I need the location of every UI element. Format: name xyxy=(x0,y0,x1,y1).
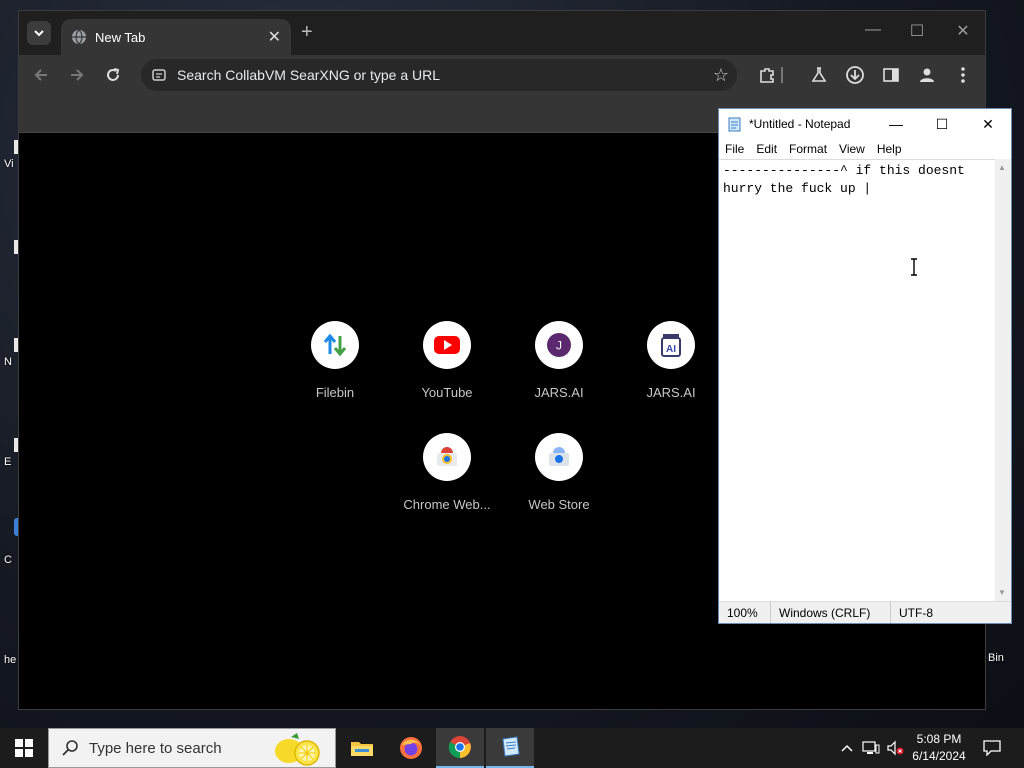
minimize-icon[interactable]: — xyxy=(861,21,885,39)
bookmark-star-icon[interactable]: ☆ xyxy=(705,65,737,86)
taskbar-clock[interactable]: 5:08 PM 6/14/2024 xyxy=(906,731,972,765)
tab-search-button[interactable] xyxy=(27,21,51,45)
taskbar-search[interactable] xyxy=(48,728,336,768)
desktop-icon-label: he xyxy=(4,654,17,666)
tab-strip: New Tab ✕ + — ☐ ✕ xyxy=(19,11,985,55)
download-icon[interactable] xyxy=(843,63,867,87)
profile-icon[interactable] xyxy=(915,63,939,87)
reload-button[interactable] xyxy=(101,63,125,87)
ibeam-cursor-icon xyxy=(911,258,917,276)
notepad-minimize-icon[interactable]: — xyxy=(873,109,919,139)
svg-text:J: J xyxy=(556,339,562,353)
taskbar-file-explorer[interactable] xyxy=(338,728,386,768)
taskbar-search-input[interactable] xyxy=(89,739,269,757)
taskbar-notepad[interactable] xyxy=(486,728,534,768)
shortcut-jars-ai-2[interactable]: AI JARS.AI xyxy=(623,321,719,400)
extensions-icon[interactable] xyxy=(755,63,779,87)
forward-button[interactable] xyxy=(65,63,89,87)
shortcut-youtube[interactable]: YouTube xyxy=(399,321,495,400)
status-zoom: 100% xyxy=(719,602,771,623)
shortcut-label: Chrome Web... xyxy=(403,497,491,512)
volume-muted-icon[interactable] xyxy=(884,728,906,768)
arrow-left-icon xyxy=(34,69,47,81)
menu-help[interactable]: Help xyxy=(877,142,902,156)
scroll-down-icon[interactable]: ▼ xyxy=(998,588,1006,597)
maximize-icon[interactable]: ☐ xyxy=(905,21,929,41)
web-store-icon xyxy=(535,433,583,481)
start-button[interactable] xyxy=(0,728,48,768)
notepad-titlebar[interactable]: *Untitled - Notepad — ☐ ✕ xyxy=(719,109,1011,139)
menu-edit[interactable]: Edit xyxy=(756,142,777,156)
notepad-icon xyxy=(502,736,520,757)
shortcut-jars-ai[interactable]: J JARS.AI xyxy=(511,321,607,400)
lemon-icon xyxy=(275,733,320,766)
youtube-icon xyxy=(423,321,471,369)
shortcut-label: Web Store xyxy=(528,497,590,512)
new-tab-button[interactable]: + xyxy=(301,21,313,44)
svg-text:AI: AI xyxy=(666,344,676,355)
menu-format[interactable]: Format xyxy=(789,142,827,156)
side-panel-icon[interactable] xyxy=(879,63,903,87)
jars-j-icon: J xyxy=(535,321,583,369)
notepad-menubar: File Edit Format View Help xyxy=(719,139,1011,159)
tab-new-tab[interactable]: New Tab ✕ xyxy=(61,19,291,55)
status-encoding: UTF-8 xyxy=(899,605,933,620)
desktop-icon-label: C xyxy=(4,554,12,566)
folder-icon xyxy=(351,742,373,756)
notepad-close-icon[interactable]: ✕ xyxy=(965,109,1011,139)
recycle-bin-label: Bin xyxy=(988,652,1004,664)
shortcut-chrome-web-store[interactable]: Chrome Web... xyxy=(399,433,495,512)
arrow-right-icon xyxy=(71,69,84,81)
back-button[interactable] xyxy=(29,63,53,87)
shortcut-label: JARS.AI xyxy=(534,385,584,400)
desktop-icon-label: E xyxy=(4,456,12,468)
clock-date: 6/14/2024 xyxy=(912,749,966,763)
notification-center-icon[interactable] xyxy=(980,728,1004,768)
status-line-ending: Windows (CRLF) xyxy=(771,602,891,623)
taskbar-firefox[interactable] xyxy=(387,728,435,768)
omnibox[interactable]: ☆ xyxy=(141,59,737,91)
search-icon xyxy=(62,740,78,756)
notepad-title: *Untitled - Notepad xyxy=(749,117,851,131)
menu-file[interactable]: File xyxy=(725,142,744,156)
shortcut-label: Filebin xyxy=(315,385,355,400)
taskbar-chrome[interactable] xyxy=(436,728,484,768)
chrome-icon xyxy=(448,736,471,759)
toolbar-separator xyxy=(779,63,785,87)
jars-ai-icon: AI xyxy=(647,321,695,369)
desktop-icon-label: Vi xyxy=(4,158,14,170)
menu-view[interactable]: View xyxy=(839,142,865,156)
notepad-text-area[interactable]: ---------------^ if this doesnt hurry th… xyxy=(719,159,997,601)
shortcut-web-store[interactable]: Web Store xyxy=(511,433,607,512)
shortcut-label: JARS.AI xyxy=(646,385,696,400)
close-tab-icon[interactable]: ✕ xyxy=(268,27,281,47)
desktop-icon-label: N xyxy=(4,356,12,368)
shortcut-label: YouTube xyxy=(421,385,473,400)
chevron-down-icon xyxy=(34,30,44,37)
notepad-maximize-icon[interactable]: ☐ xyxy=(919,109,965,139)
toolbar: ☆ xyxy=(19,55,985,95)
notepad-statusbar: 100% Windows (CRLF) UTF-8 xyxy=(719,601,1011,623)
close-window-icon[interactable]: ✕ xyxy=(951,21,975,41)
updown-arrows-icon xyxy=(311,321,359,369)
globe-icon xyxy=(72,29,86,45)
labs-flask-icon[interactable] xyxy=(807,63,831,87)
site-info-icon[interactable] xyxy=(151,67,167,83)
taskbar: 5:08 PM 6/14/2024 xyxy=(0,728,1024,768)
omnibox-input[interactable] xyxy=(177,67,705,83)
shortcut-filebin[interactable]: Filebin xyxy=(287,321,383,400)
tab-title: New Tab xyxy=(95,29,146,45)
menu-kebab-icon[interactable] xyxy=(951,63,975,87)
network-icon[interactable] xyxy=(860,728,882,768)
notepad-app-icon xyxy=(728,117,741,132)
chrome-web-store-icon xyxy=(423,433,471,481)
clock-time: 5:08 PM xyxy=(916,732,962,746)
firefox-icon xyxy=(400,737,422,759)
scroll-up-icon[interactable]: ▲ xyxy=(998,163,1006,172)
show-hidden-icons-chevron-icon[interactable] xyxy=(838,728,856,768)
reload-icon xyxy=(107,68,120,81)
notepad-vertical-scrollbar[interactable]: ▲ ▼ xyxy=(995,159,1011,601)
windows-logo-icon xyxy=(15,739,33,757)
notepad-window: *Untitled - Notepad — ☐ ✕ File Edit Form… xyxy=(718,108,1012,624)
